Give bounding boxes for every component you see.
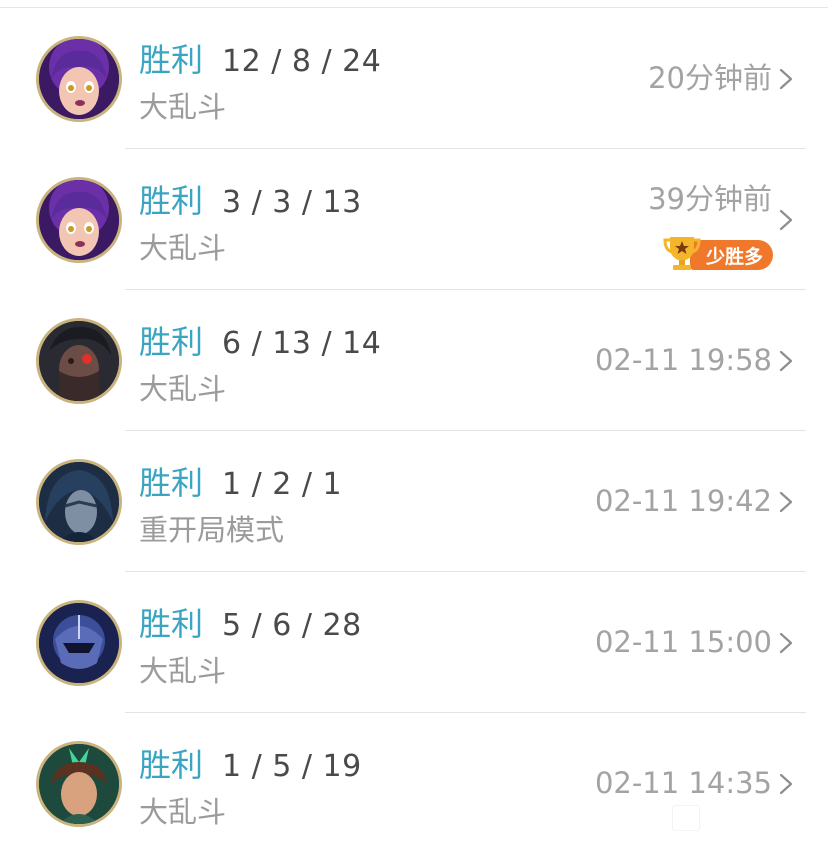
chevron-right-icon (778, 350, 794, 372)
match-row[interactable]: 胜利 1 / 2 / 1 重开局模式 02-11 19:42 (0, 431, 828, 572)
armored-helmet-avatar (36, 600, 122, 686)
neeko-avatar (36, 36, 122, 122)
kda-score: 3 / 3 / 13 (222, 185, 362, 220)
match-result: 胜利 (139, 464, 204, 502)
game-mode: 大乱斗 (139, 90, 227, 124)
kda-score: 5 / 6 / 28 (222, 608, 362, 643)
badge-pill: 少胜多 (690, 240, 773, 270)
match-time: 02-11 19:58 (594, 343, 772, 377)
game-mode: 大乱斗 (139, 795, 227, 829)
kayn-avatar (36, 318, 122, 404)
game-mode: 大乱斗 (139, 372, 227, 406)
match-result: 胜利 (139, 323, 204, 361)
kda-score: 1 / 5 / 19 (222, 749, 362, 784)
chevron-right-icon (778, 209, 794, 231)
match-result: 胜利 (139, 746, 204, 784)
match-time: 02-11 14:35 (594, 766, 772, 800)
trophy-icon (662, 233, 702, 273)
kda-score: 1 / 2 / 1 (222, 467, 343, 502)
hooded-champion-avatar (36, 459, 122, 545)
match-row[interactable]: 胜利 3 / 3 / 13 大乱斗 39分钟前 少胜多 (0, 149, 828, 290)
chevron-right-icon (778, 632, 794, 654)
match-result: 胜利 (139, 605, 204, 643)
badge-label: 少胜多 (705, 245, 763, 268)
watermark-icon (672, 805, 700, 831)
match-result: 胜利 (139, 41, 204, 79)
match-row[interactable]: 胜利 1 / 5 / 19 大乱斗 02-11 14:35 (0, 713, 828, 854)
chevron-right-icon (778, 491, 794, 513)
match-row[interactable]: 胜利 5 / 6 / 28 大乱斗 02-11 15:00 (0, 572, 828, 713)
game-mode: 大乱斗 (139, 231, 227, 265)
match-result: 胜利 (139, 182, 204, 220)
chevron-right-icon (778, 773, 794, 795)
match-time: 39分钟前 (648, 182, 772, 216)
match-time: 02-11 19:42 (594, 484, 772, 518)
match-time: 02-11 15:00 (594, 625, 772, 659)
game-mode: 重开局模式 (139, 513, 285, 547)
match-row[interactable]: 胜利 6 / 13 / 14 大乱斗 02-11 19:58 (0, 290, 828, 431)
match-row[interactable]: 胜利 12 / 8 / 24 大乱斗 20分钟前 (0, 8, 828, 149)
kda-score: 12 / 8 / 24 (222, 44, 382, 79)
chevron-right-icon (778, 68, 794, 90)
neeko-avatar (36, 177, 122, 263)
kda-score: 6 / 13 / 14 (222, 326, 382, 361)
achievement-badge: 少胜多 (662, 233, 773, 270)
match-time: 20分钟前 (648, 61, 772, 95)
game-mode: 大乱斗 (139, 654, 227, 688)
green-crown-avatar (36, 741, 122, 827)
match-history-list: 胜利 12 / 8 / 24 大乱斗 20分钟前 胜利 3 / 3 / 13 大… (0, 8, 828, 854)
